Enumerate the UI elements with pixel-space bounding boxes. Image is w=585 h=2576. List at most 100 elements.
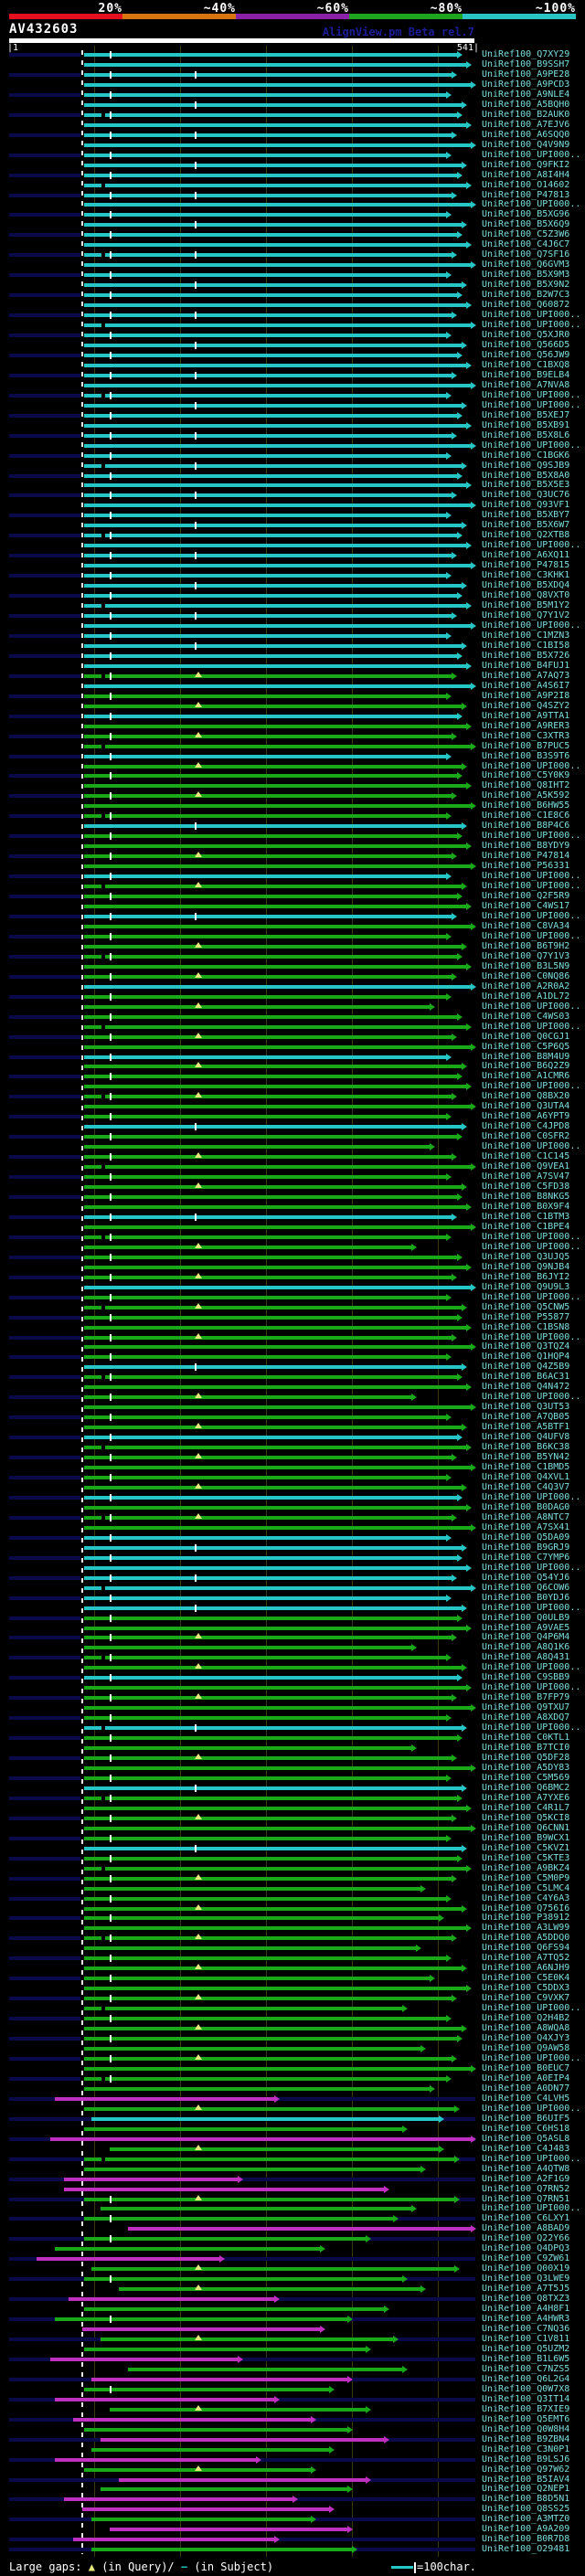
hit-accession-label[interactable]: UniRef100_B6UIF5 [482,2114,569,2124]
alignment-bar[interactable] [84,784,466,788]
hit-accession-label[interactable]: UniRef100_A8NTC7 [482,1512,569,1522]
alignment-bar[interactable] [84,1756,452,1760]
alignment-bar[interactable] [84,1987,466,1990]
hit-accession-label[interactable]: UniRef100_B9ELB4 [482,370,569,380]
alignment-bar[interactable] [84,164,462,167]
hit-accession-label[interactable]: UniRef100_C5KVZ1 [482,1843,569,1853]
hit-accession-label[interactable]: UniRef100_A7T5J5 [482,2284,569,2294]
hit-accession-label[interactable]: UniRef100_C4Y6A3 [482,1893,569,1903]
hit-accession-label[interactable]: UniRef100_Q3LWE9 [482,2274,569,2284]
alignment-bar[interactable] [84,654,457,658]
hit-accession-label[interactable]: UniRef100_Q6BMC2 [482,1783,569,1793]
alignment-bar[interactable] [84,1175,446,1179]
hit-accession-label[interactable]: UniRef100_C4Q3V7 [482,1482,569,1492]
hit-accession-label[interactable]: UniRef100_B5XB91 [482,420,569,430]
alignment-bar[interactable] [84,1395,411,1399]
alignment-bar[interactable] [84,1276,452,1279]
hit-accession-label[interactable]: UniRef100_B5X6W7 [482,520,569,530]
alignment-bar[interactable] [84,1936,452,1940]
alignment-bar[interactable] [84,1516,452,1520]
alignment-bar[interactable] [84,1566,466,1570]
hit-accession-label[interactable]: UniRef100_C9VXK7 [482,1993,569,2003]
alignment-bar[interactable] [84,1405,471,1409]
alignment-bar[interactable] [84,344,462,347]
hit-accession-label[interactable]: UniRef100_A7AQ73 [482,671,569,681]
alignment-bar[interactable] [84,253,452,257]
hit-accession-label[interactable]: UniRef100_A5K592 [482,790,569,800]
alignment-bar[interactable] [101,2487,347,2491]
alignment-bar[interactable] [84,1466,471,1469]
hit-accession-label[interactable]: UniRef100_A5DY83 [482,1763,569,1773]
alignment-bar[interactable] [84,364,466,367]
alignment-bar[interactable] [84,804,471,808]
alignment-bar[interactable] [84,2017,446,2020]
alignment-bar[interactable] [84,634,446,638]
alignment-bar[interactable] [84,725,466,728]
alignment-bar[interactable] [84,1025,466,1029]
hit-accession-label[interactable]: UniRef100_A0DN77 [482,2083,569,2094]
hit-accession-label[interactable]: UniRef100_UPI000.. [482,440,580,451]
hit-accession-label[interactable]: UniRef100_Q6CNN1 [482,1823,569,1833]
alignment-bar[interactable] [84,354,457,357]
alignment-bar[interactable] [84,143,471,147]
hit-accession-label[interactable]: UniRef100_UPI000.. [482,1603,580,1613]
alignment-bar[interactable] [84,2007,402,2010]
hit-accession-label[interactable]: UniRef100_UPI000.. [482,1242,580,1252]
hit-accession-label[interactable]: UniRef100_Q0ULB9 [482,1613,569,1623]
alignment-bar[interactable] [64,2188,384,2191]
hit-accession-label[interactable]: UniRef100_B5X726 [482,651,569,661]
alignment-bar[interactable] [84,63,466,67]
hit-accession-label[interactable]: UniRef100_A6XQ11 [482,550,569,560]
hit-accession-label[interactable]: UniRef100_C5M569 [482,1773,569,1783]
alignment-bar[interactable] [84,334,446,337]
alignment-bar[interactable] [84,1656,446,1659]
alignment-bar[interactable] [84,1586,471,1590]
alignment-bar[interactable] [84,1345,471,1349]
hit-accession-label[interactable]: UniRef100_C4WS03 [482,1012,569,1022]
hit-accession-label[interactable]: UniRef100_A1CMR6 [482,1071,569,1081]
hit-accession-label[interactable]: UniRef100_Q3TQZ4 [482,1341,569,1352]
alignment-bar[interactable] [84,895,457,898]
hit-accession-label[interactable]: UniRef100_C1V811 [482,2334,569,2344]
alignment-bar[interactable] [84,434,452,438]
alignment-bar[interactable] [84,745,471,748]
hit-accession-label[interactable]: UniRef100_C1BGK6 [482,451,569,461]
alignment-bar[interactable] [84,273,446,277]
alignment-bar[interactable] [84,1837,446,1840]
hit-accession-label[interactable]: UniRef100_Q54YJ6 [482,1573,569,1583]
alignment-bar[interactable] [84,1205,466,1209]
hit-accession-label[interactable]: UniRef100_UPI000.. [482,1141,580,1151]
hit-accession-label[interactable]: UniRef100_C5LMC4 [482,1883,569,1893]
hit-accession-label[interactable]: UniRef100_Q5UZM2 [482,2344,569,2354]
alignment-bar[interactable] [84,844,466,848]
hit-accession-label[interactable]: UniRef100_A9BKZ4 [482,1863,569,1873]
hit-accession-label[interactable]: UniRef100_P47815 [482,560,569,570]
hit-accession-label[interactable]: UniRef100_C3XTR3 [482,731,569,741]
alignment-bar[interactable] [84,1045,471,1049]
hit-accession-label[interactable]: UniRef100_A6SQQ0 [482,130,569,140]
hit-accession-label[interactable]: UniRef100_UPI000.. [482,831,580,841]
alignment-bar[interactable] [84,414,457,418]
hit-accession-label[interactable]: UniRef100_B0EUC7 [482,2063,569,2073]
hit-accession-label[interactable]: UniRef100_A8XDQ7 [482,1712,569,1723]
hit-accession-label[interactable]: UniRef100_Q5XJR0 [482,330,569,340]
hit-accession-label[interactable]: UniRef100_Q5DA09 [482,1532,569,1542]
alignment-bar[interactable] [84,1385,466,1389]
alignment-bar[interactable] [84,1125,462,1129]
alignment-bar[interactable] [84,1556,457,1560]
alignment-bar[interactable] [84,454,446,458]
hit-accession-label[interactable]: UniRef100_Q4P6M4 [482,1632,569,1642]
alignment-bar[interactable] [84,584,462,588]
alignment-bar[interactable] [84,794,452,798]
hit-accession-label[interactable]: UniRef100_C5DDX3 [482,1983,569,1993]
hit-accession-label[interactable]: UniRef100_Q8TXZ3 [482,2294,569,2304]
alignment-bar[interactable] [84,1105,471,1108]
hit-accession-label[interactable]: UniRef100_B5XBY7 [482,510,569,520]
alignment-bar[interactable] [84,765,462,769]
alignment-bar[interactable] [84,705,462,708]
hit-accession-label[interactable]: UniRef100_Q9SJB9 [482,461,569,471]
hit-accession-label[interactable]: UniRef100_Q56JW9 [482,350,569,360]
hit-accession-label[interactable]: UniRef100_UPI000.. [482,540,580,550]
hit-accession-label[interactable]: UniRef100_UPI000.. [482,2003,580,2013]
alignment-bar[interactable] [84,985,471,989]
